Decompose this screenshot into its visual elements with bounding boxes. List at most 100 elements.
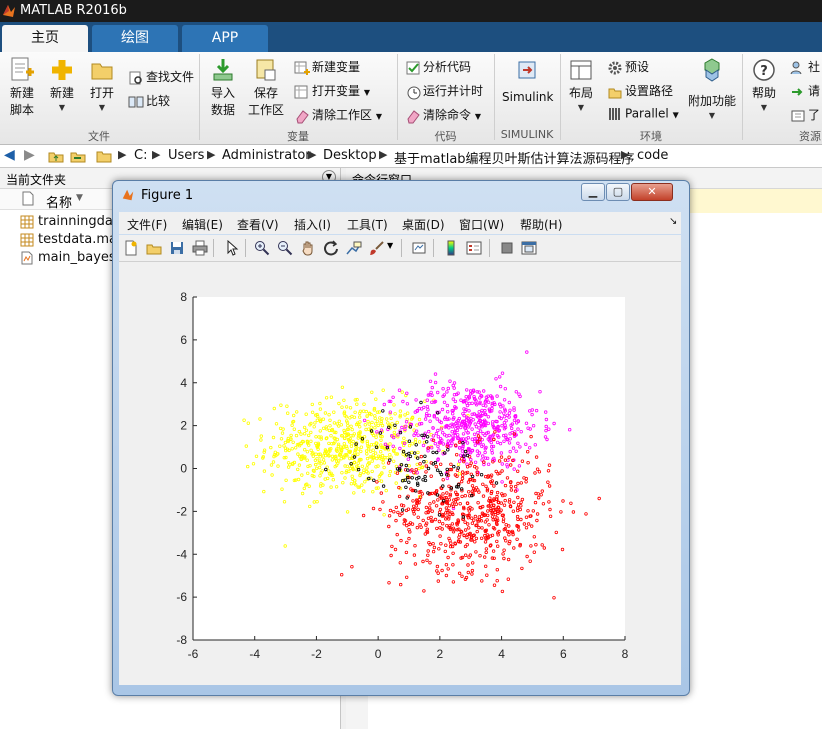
- simulink-button[interactable]: Simulink: [502, 56, 553, 104]
- open-icon[interactable]: [146, 240, 162, 256]
- open-variable-dropdown-icon[interactable]: ▼: [364, 88, 370, 97]
- scatter-point: [535, 467, 540, 471]
- scatter-point: [507, 524, 511, 528]
- learn-matlab-button[interactable]: 了: [790, 106, 820, 124]
- clear-workspace-button[interactable]: 清除工作区 ▼: [294, 106, 382, 124]
- breadcrumb-administrator[interactable]: Administrator: [222, 148, 311, 163]
- menu-file[interactable]: 文件(F): [127, 216, 167, 233]
- breadcrumb-users[interactable]: Users: [168, 148, 204, 163]
- scatter-point: [300, 473, 304, 477]
- tab-apps[interactable]: APP: [182, 25, 268, 52]
- set-path-button[interactable]: 设置路径: [607, 82, 673, 100]
- menu-view[interactable]: 查看(V): [237, 216, 279, 233]
- scatter-point: [254, 454, 259, 458]
- hide-plot-tools-icon[interactable]: [499, 240, 515, 256]
- scatter-point: [393, 423, 397, 427]
- help-dropdown-icon[interactable]: ▼: [748, 103, 780, 112]
- clear-commands-dropdown-icon[interactable]: ▼: [475, 112, 481, 121]
- show-plot-tools-icon[interactable]: [521, 240, 537, 256]
- name-column-header[interactable]: 名称: [46, 192, 72, 211]
- menu-help[interactable]: 帮助(H): [520, 216, 562, 233]
- close-button[interactable]: ✕: [631, 183, 673, 201]
- colorbar-icon[interactable]: [443, 240, 459, 256]
- scatter-point: [290, 447, 294, 451]
- print-icon[interactable]: [192, 240, 208, 256]
- dock-arrow-icon[interactable]: ↘: [669, 216, 677, 227]
- new-dropdown-icon[interactable]: ▼: [44, 103, 80, 112]
- clear-commands-label: 清除命令: [423, 108, 472, 122]
- new-button[interactable]: 新建 ▼: [44, 56, 80, 112]
- breadcrumb-project-folder[interactable]: 基于matlab编程贝叶斯估计算法源码程序: [394, 148, 635, 167]
- matlab-logo-icon: [3, 5, 15, 17]
- file-item[interactable]: testdata.mat: [20, 232, 122, 247]
- pointer-icon[interactable]: [224, 240, 240, 256]
- run-and-time-button[interactable]: 运行并计时: [405, 82, 483, 100]
- plot-axes[interactable]: -6 -4 -2 0 2 4 6 8 -8 -6 -4 -2 0 2 4 6 8: [176, 290, 628, 661]
- parallel-button[interactable]: Parallel ▼: [607, 106, 679, 122]
- layout-dropdown-icon[interactable]: ▼: [565, 103, 597, 112]
- zoom-in-icon[interactable]: [254, 240, 270, 256]
- clear-workspace-dropdown-icon[interactable]: ▼: [376, 112, 382, 121]
- scatter-point: [532, 550, 536, 554]
- browse-folder-icon[interactable]: [70, 148, 86, 164]
- menu-window[interactable]: 窗口(W): [459, 216, 504, 233]
- menu-tools[interactable]: 工具(T): [347, 216, 388, 233]
- analyze-code-button[interactable]: 分析代码: [405, 58, 471, 76]
- scatter-point: [328, 424, 332, 428]
- forward-arrow-icon[interactable]: ▶: [24, 147, 35, 163]
- scatter-point: [332, 410, 336, 414]
- scatter-point: [491, 518, 495, 522]
- y-tick-label: -6: [176, 590, 187, 604]
- brush-icon[interactable]: [369, 240, 385, 256]
- scatter-point: [455, 492, 460, 497]
- menu-desktop[interactable]: 桌面(D): [402, 216, 445, 233]
- menu-edit[interactable]: 编辑(E): [182, 216, 223, 233]
- scatter-point: [516, 441, 520, 445]
- menu-insert[interactable]: 插入(I): [294, 216, 331, 233]
- tab-plots[interactable]: 绘图: [92, 25, 178, 52]
- scatter-point: [324, 467, 328, 472]
- open-dropdown-icon[interactable]: ▼: [84, 103, 120, 112]
- breadcrumb-desktop[interactable]: Desktop: [323, 148, 377, 163]
- back-arrow-icon[interactable]: ◀: [4, 147, 15, 163]
- parallel-dropdown-icon[interactable]: ▼: [673, 111, 679, 120]
- scatter-point: [547, 427, 551, 431]
- sort-arrow-icon[interactable]: ▼: [76, 193, 83, 203]
- file-item[interactable]: main_bayes.: [20, 250, 120, 265]
- addons-dropdown-icon[interactable]: ▼: [686, 111, 738, 120]
- import-data-button[interactable]: 导入 数据: [205, 56, 241, 118]
- save-workspace-button[interactable]: 保存 工作区: [246, 56, 286, 118]
- compare-button[interactable]: 比较: [128, 92, 170, 110]
- request-support-button[interactable]: 请: [790, 82, 820, 100]
- tab-home[interactable]: 主页: [2, 25, 88, 52]
- datacursor-icon[interactable]: [346, 240, 362, 256]
- scatter-point: [309, 448, 313, 452]
- file-item[interactable]: trainningdat: [20, 214, 118, 229]
- new-figure-icon[interactable]: [123, 240, 139, 256]
- pan-icon[interactable]: [300, 240, 316, 256]
- preferences-button[interactable]: 预设: [607, 58, 649, 76]
- brush-dropdown-icon[interactable]: ▼: [387, 241, 393, 250]
- scatter-point: [423, 454, 427, 458]
- clear-commands-button[interactable]: 清除命令 ▼: [405, 106, 481, 124]
- legend-icon[interactable]: [466, 240, 482, 256]
- open-variable-button[interactable]: 打开变量 ▼: [294, 82, 370, 100]
- link-icon[interactable]: [411, 240, 427, 256]
- help-button[interactable]: ? 帮助 ▼: [748, 56, 780, 112]
- minimize-button[interactable]: ▁: [581, 183, 605, 201]
- open-button[interactable]: 打开 ▼: [84, 56, 120, 112]
- rotate-icon[interactable]: [323, 240, 339, 256]
- scatter-point: [445, 467, 449, 472]
- new-variable-button[interactable]: 新建变量: [294, 58, 360, 76]
- layout-button[interactable]: 布局 ▼: [565, 56, 597, 112]
- addons-button[interactable]: 附加功能 ▼: [686, 56, 738, 120]
- save-icon[interactable]: [169, 240, 185, 256]
- zoom-out-icon[interactable]: [277, 240, 293, 256]
- new-script-button[interactable]: 新建 脚本: [4, 56, 40, 118]
- find-files-button[interactable]: 查找文件: [128, 68, 194, 86]
- maximize-button[interactable]: ▢: [606, 183, 630, 201]
- up-folder-icon[interactable]: [48, 148, 64, 164]
- community-button[interactable]: 社: [790, 58, 820, 76]
- breadcrumb-code[interactable]: code: [637, 148, 668, 163]
- breadcrumb-c-drive[interactable]: C:: [134, 148, 147, 163]
